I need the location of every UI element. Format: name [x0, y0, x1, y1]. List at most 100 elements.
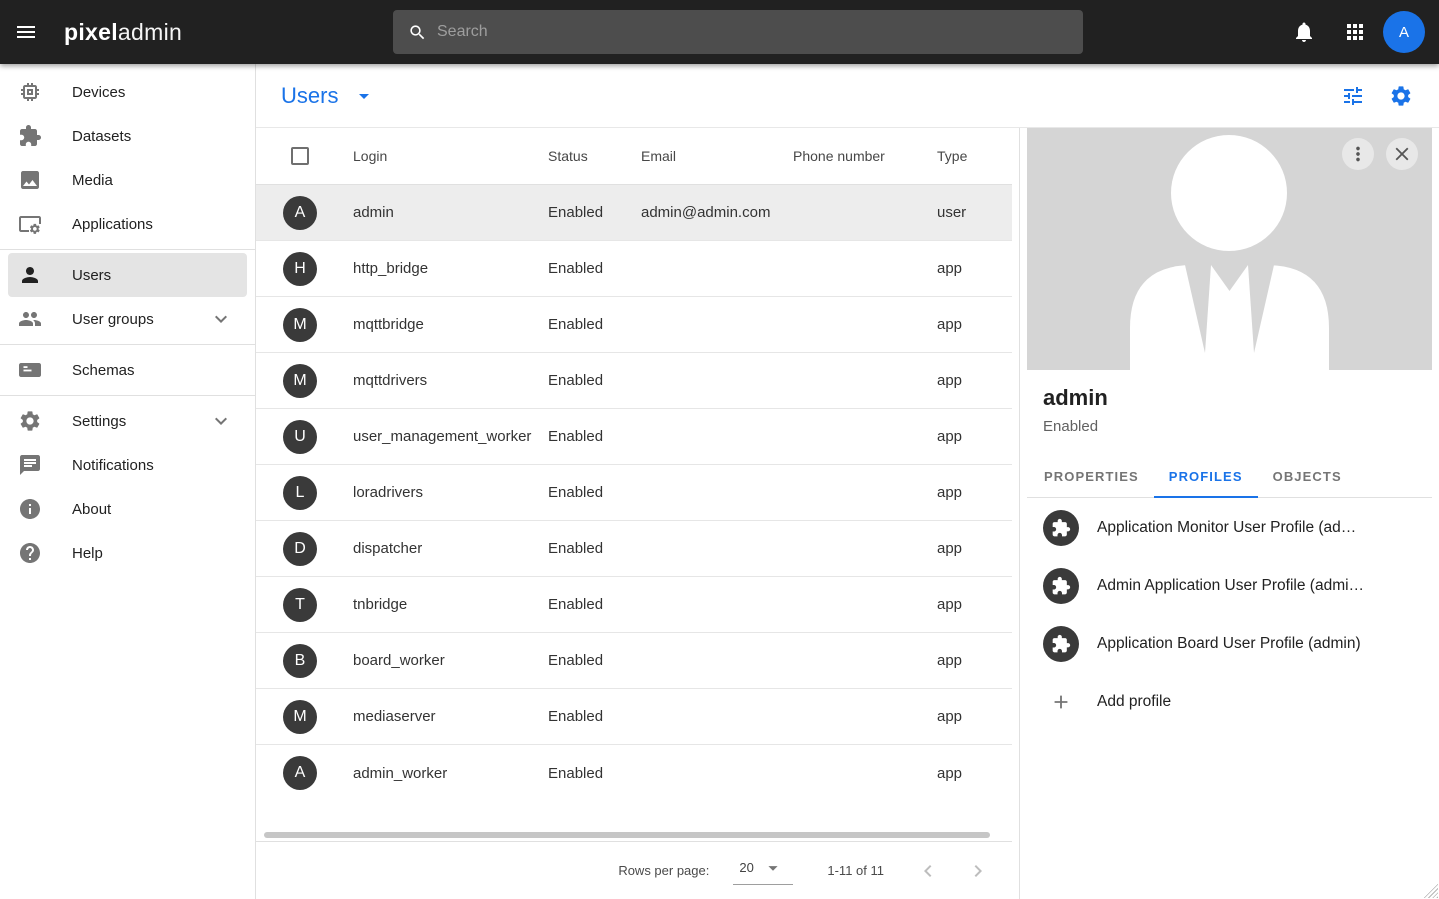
sidebar-item-label: About — [72, 501, 233, 518]
cell-email: admin@admin.com — [632, 204, 784, 221]
app-window-gear-icon — [18, 212, 42, 236]
table-row[interactable]: M mediaserver Enabled app — [256, 689, 1012, 745]
close-icon — [1391, 143, 1413, 165]
image-icon — [18, 168, 42, 192]
cell-status: Enabled — [539, 596, 632, 613]
cell-login: admin_worker — [344, 765, 539, 782]
pagination-range: 1-11 of 11 — [827, 863, 884, 878]
chevron-right-icon[interactable] — [966, 859, 990, 883]
tab-profiles[interactable]: PROFILES — [1154, 456, 1258, 498]
column-header-type: Type — [928, 148, 1019, 164]
menu-icon[interactable] — [14, 20, 38, 44]
table-row[interactable]: D dispatcher Enabled app — [256, 521, 1012, 577]
sidebar-item-applications[interactable]: Applications — [8, 202, 247, 246]
cell-type: app — [928, 372, 1019, 389]
table-row[interactable]: U user_management_worker Enabled app — [256, 409, 1012, 465]
table-row[interactable]: A admin Enabled admin@admin.com user — [256, 185, 1012, 241]
cell-type: app — [928, 652, 1019, 669]
sidebar-item-users[interactable]: Users — [8, 253, 247, 297]
settings-gear-icon[interactable] — [1389, 84, 1413, 108]
search-bar[interactable] — [393, 10, 1083, 54]
chip-icon — [18, 80, 42, 104]
bell-icon[interactable] — [1292, 20, 1316, 44]
cell-status: Enabled — [539, 372, 632, 389]
apps-grid-icon[interactable] — [1343, 20, 1367, 44]
select-all-checkbox[interactable] — [291, 147, 309, 165]
cell-status: Enabled — [539, 204, 632, 221]
tab-properties[interactable]: PROPERTIES — [1029, 456, 1154, 498]
sidebar-item-datasets[interactable]: Datasets — [8, 114, 247, 158]
table-row[interactable]: H http_bridge Enabled app — [256, 241, 1012, 297]
caret-down-icon — [762, 857, 784, 879]
cell-login: dispatcher — [344, 540, 539, 557]
sidebar-item-help[interactable]: Help — [8, 531, 247, 575]
people-icon — [18, 307, 42, 331]
kebab-icon — [1347, 143, 1369, 165]
profile-label: Application Monitor User Profile (ad… — [1097, 519, 1356, 537]
cell-type: app — [928, 428, 1019, 445]
sidebar-item-about[interactable]: About — [8, 487, 247, 531]
top-app-bar: pixeladmin A — [0, 0, 1439, 64]
table-pagination: Rows per page: 20 1-11 of 11 — [256, 841, 1012, 899]
row-avatar: M — [283, 700, 317, 734]
cell-type: app — [928, 540, 1019, 557]
sidebar-item-devices[interactable]: Devices — [8, 70, 247, 114]
cell-type: app — [928, 260, 1019, 277]
tab-objects[interactable]: OBJECTS — [1258, 456, 1357, 498]
search-input[interactable] — [437, 23, 1071, 41]
sidebar-divider — [0, 249, 255, 250]
user-avatar-button[interactable]: A — [1383, 11, 1425, 53]
row-avatar: T — [283, 588, 317, 622]
detail-user-name: admin — [1043, 385, 1416, 411]
cell-status: Enabled — [539, 484, 632, 501]
rows-per-page-value: 20 — [739, 860, 753, 875]
table-row[interactable]: B board_worker Enabled app — [256, 633, 1012, 689]
column-header-login: Login — [344, 148, 539, 164]
tune-filter-icon[interactable] — [1341, 84, 1365, 108]
sidebar-item-user-groups[interactable]: User groups — [8, 297, 247, 341]
row-avatar: U — [283, 420, 317, 454]
rows-per-page-select[interactable]: 20 — [733, 857, 793, 885]
column-header-phone: Phone number — [784, 148, 928, 164]
sidebar-item-settings[interactable]: Settings — [8, 399, 247, 443]
profile-list-item[interactable]: Admin Application User Profile (admi… — [1027, 558, 1432, 614]
page-title-dropdown[interactable]: Users — [281, 83, 376, 109]
cell-status: Enabled — [539, 316, 632, 333]
cell-type: app — [928, 596, 1019, 613]
cell-status: Enabled — [539, 708, 632, 725]
puzzle-icon — [1043, 626, 1079, 662]
row-avatar: M — [283, 308, 317, 342]
cell-status: Enabled — [539, 260, 632, 277]
cell-type: app — [928, 765, 1019, 782]
cell-login: http_bridge — [344, 260, 539, 277]
help-icon — [18, 541, 42, 565]
sidebar-item-label: Schemas — [72, 362, 233, 379]
sidebar-item-schemas[interactable]: Schemas — [8, 348, 247, 392]
cell-status: Enabled — [539, 765, 632, 782]
panel-close-button[interactable] — [1386, 138, 1418, 170]
sidebar-item-notifications[interactable]: Notifications — [8, 443, 247, 487]
cell-type: app — [928, 708, 1019, 725]
person-silhouette-image — [1027, 128, 1432, 370]
sidebar-item-media[interactable]: Media — [8, 158, 247, 202]
add-profile-button[interactable]: Add profile — [1027, 674, 1432, 730]
sidebar-item-label: Applications — [72, 216, 233, 233]
chevron-left-icon[interactable] — [916, 859, 940, 883]
search-icon — [408, 23, 427, 42]
cell-status: Enabled — [539, 652, 632, 669]
table-row[interactable]: M mqttbridge Enabled app — [256, 297, 1012, 353]
horizontal-scrollbar[interactable] — [264, 832, 990, 838]
chat-icon — [18, 453, 42, 477]
table-row[interactable]: L loradrivers Enabled app — [256, 465, 1012, 521]
chevron-down-icon — [209, 409, 233, 433]
table-row[interactable]: A admin_worker Enabled app — [256, 745, 1012, 801]
cell-login: admin — [344, 204, 539, 221]
panel-menu-button[interactable] — [1342, 138, 1374, 170]
avatar-initial: A — [1399, 24, 1409, 41]
sidebar-item-label: Notifications — [72, 457, 233, 474]
cell-login: user_management_worker — [344, 428, 539, 445]
table-row[interactable]: M mqttdrivers Enabled app — [256, 353, 1012, 409]
table-row[interactable]: T tnbridge Enabled app — [256, 577, 1012, 633]
profile-list-item[interactable]: Application Board User Profile (admin) — [1027, 616, 1432, 672]
profile-list-item[interactable]: Application Monitor User Profile (ad… — [1027, 500, 1432, 556]
